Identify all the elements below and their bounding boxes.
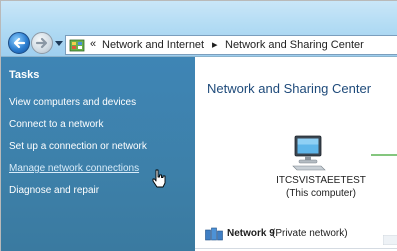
back-button[interactable] — [8, 32, 30, 54]
computer-name: ITCSVISTAEETEST — [271, 174, 371, 187]
breadcrumb-network-and-internet[interactable]: Network and Internet — [102, 39, 204, 51]
breadcrumb-separator-icon[interactable]: ▸ — [212, 38, 218, 51]
page-title: Network and Sharing Center — [207, 81, 371, 96]
computer-label: (This computer) — [271, 187, 371, 200]
network-name: Network 9 — [227, 228, 275, 239]
tasks-heading: Tasks — [9, 69, 39, 81]
task-view-computers-and-devices[interactable]: View computers and devices — [9, 97, 136, 108]
address-bar[interactable]: « Network and Internet ▸ Network and Sha… — [65, 35, 397, 55]
history-dropdown-button[interactable] — [55, 41, 63, 46]
breadcrumb-network-and-sharing-center[interactable]: Network and Sharing Center — [225, 39, 364, 51]
task-pane: Tasks View computers and devices Connect… — [1, 57, 195, 251]
network-icon — [205, 227, 223, 241]
back-arrow-icon — [12, 36, 26, 50]
explorer-window: « Network and Internet ▸ Network and Sha… — [0, 0, 397, 251]
breadcrumb-overflow[interactable]: « — [90, 38, 96, 50]
connection-line — [371, 154, 397, 156]
scroll-down-icon[interactable] — [383, 235, 397, 245]
task-set-up-connection[interactable]: Set up a connection or network — [9, 141, 147, 152]
network-type: (Private network) — [272, 228, 348, 239]
task-connect-to-a-network[interactable]: Connect to a network — [9, 119, 104, 130]
hand-cursor-icon — [151, 169, 167, 189]
control-panel-icon — [69, 38, 85, 53]
task-manage-network-connections[interactable]: Manage network connections — [9, 163, 139, 174]
divider — [195, 248, 397, 249]
forward-button[interactable] — [31, 32, 53, 54]
main-content: Network and Sharing Center ITCSVISTAEETE… — [195, 57, 397, 251]
forward-arrow-icon — [35, 36, 49, 50]
task-diagnose-and-repair[interactable]: Diagnose and repair — [9, 185, 99, 196]
navigation-bar: « Network and Internet ▸ Network and Sha… — [1, 1, 397, 57]
computer-icon[interactable] — [291, 134, 327, 172]
